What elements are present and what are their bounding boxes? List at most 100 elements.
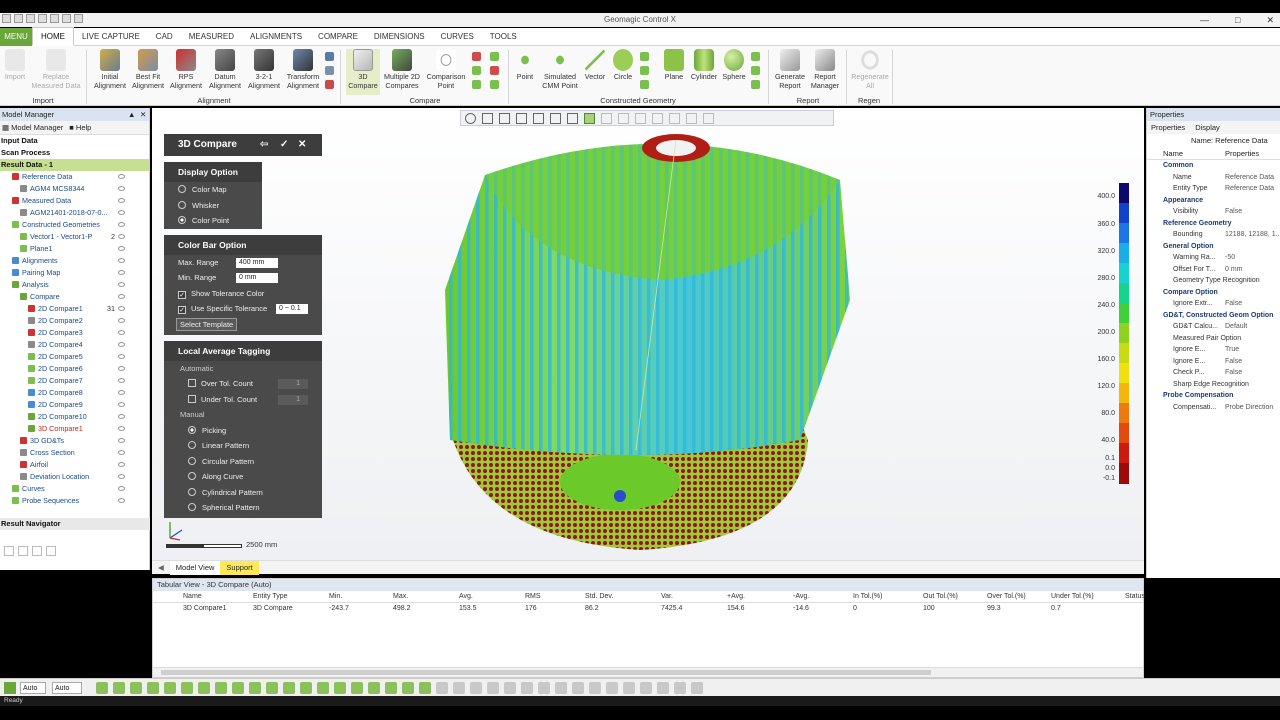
initial-alignment-button[interactable]: Initial Alignment bbox=[92, 49, 128, 90]
property-row[interactable]: Ignore Extr... False bbox=[1147, 298, 1280, 310]
tree-item[interactable]: Alignments bbox=[0, 255, 149, 267]
property-value[interactable]: Default bbox=[1225, 321, 1247, 333]
nav-icon[interactable] bbox=[18, 546, 28, 556]
rps-alignment-button[interactable]: RPS Alignment bbox=[168, 49, 204, 90]
cylinder-button[interactable]: Cylinder bbox=[688, 49, 720, 82]
tab-display[interactable]: Display bbox=[1195, 121, 1220, 134]
property-category[interactable]: Common bbox=[1147, 160, 1280, 172]
table-row[interactable]: 3D Compare1 3D Compare -243.7 498.2 153.5 176… bbox=[153, 603, 1143, 615]
along-curve-option[interactable]: Along Curve bbox=[164, 469, 322, 485]
vector-button[interactable]: Vector bbox=[582, 49, 608, 82]
compare-small-icon[interactable] bbox=[472, 80, 481, 89]
linear-pattern-option[interactable]: Linear Pattern bbox=[164, 438, 322, 454]
over-tol-count-input[interactable]: 1 bbox=[278, 379, 308, 389]
selection-tool-icon[interactable] bbox=[113, 682, 125, 694]
column-header[interactable]: Entity Type bbox=[253, 591, 288, 603]
visibility-eye-icon[interactable] bbox=[118, 222, 125, 227]
status-icon[interactable] bbox=[4, 682, 16, 694]
regenerate-all-button[interactable]: Regenerate All bbox=[848, 49, 892, 90]
selection-tool-icon[interactable] bbox=[266, 682, 278, 694]
max-range-input[interactable]: 400 mm bbox=[236, 257, 278, 268]
tab-live-capture[interactable]: LIVE CAPTURE bbox=[74, 28, 148, 46]
tree-item[interactable]: AGM4 MCS8344 bbox=[0, 183, 149, 195]
tree-item[interactable]: Curves bbox=[0, 483, 149, 495]
visibility-eye-icon[interactable] bbox=[118, 246, 125, 251]
property-row[interactable]: Name Reference Data bbox=[1147, 172, 1280, 184]
tab-properties[interactable]: Properties bbox=[1151, 121, 1185, 134]
column-header[interactable]: Over Tol.(%) bbox=[987, 591, 1026, 603]
min-range-input[interactable]: 0 mm bbox=[236, 273, 278, 283]
visibility-eye-icon[interactable] bbox=[118, 462, 125, 467]
visibility-eye-icon[interactable] bbox=[118, 330, 125, 335]
visibility-eye-icon[interactable] bbox=[118, 210, 125, 215]
selection-tool-icon[interactable] bbox=[130, 682, 142, 694]
property-category[interactable]: Probe Compensation bbox=[1147, 390, 1280, 402]
visibility-eye-icon[interactable] bbox=[118, 474, 125, 479]
property-value[interactable]: False bbox=[1225, 206, 1242, 218]
circle-button[interactable]: Circle bbox=[610, 49, 636, 82]
tree-item[interactable]: AGM21401-2018-07-0... bbox=[0, 207, 149, 219]
spherical-pattern-option[interactable]: Spherical Pattern bbox=[164, 500, 322, 516]
column-header[interactable]: Std. Dev. bbox=[585, 591, 613, 603]
open-icon[interactable] bbox=[14, 14, 23, 23]
selection-tool-icon[interactable] bbox=[436, 682, 448, 694]
selection-tool-icon[interactable] bbox=[640, 682, 652, 694]
maximize-icon[interactable]: □ bbox=[1235, 13, 1240, 27]
tab-menu[interactable]: MENU bbox=[0, 27, 32, 46]
property-row[interactable]: Check P... False bbox=[1147, 367, 1280, 379]
column-header[interactable]: Var. bbox=[661, 591, 673, 603]
point-button[interactable]: Point bbox=[512, 49, 538, 82]
color-map-model[interactable] bbox=[440, 120, 860, 560]
visibility-eye-icon[interactable] bbox=[118, 366, 125, 371]
property-value[interactable]: Reference Data bbox=[1225, 172, 1274, 184]
selection-tool-icon[interactable] bbox=[96, 682, 108, 694]
pin-icon[interactable]: ▲ bbox=[128, 108, 135, 121]
column-header[interactable]: Under Tol.(%) bbox=[1051, 591, 1094, 603]
compare-small-icon[interactable] bbox=[490, 66, 499, 75]
result-navigator-section[interactable]: Result Navigator bbox=[0, 518, 61, 530]
picking-option[interactable]: Picking bbox=[164, 423, 322, 439]
close-icon[interactable]: ✕ bbox=[1266, 13, 1274, 27]
property-value[interactable]: False bbox=[1225, 356, 1242, 368]
panel-back-icon[interactable]: ⇦ bbox=[260, 134, 268, 156]
filter-mode-dropdown[interactable]: Auto bbox=[52, 682, 82, 694]
tree-item[interactable]: 2D Compare7 bbox=[0, 375, 149, 387]
visibility-eye-icon[interactable] bbox=[118, 438, 125, 443]
selection-tool-icon[interactable] bbox=[674, 682, 686, 694]
best-fit-alignment-button[interactable]: Best Fit Alignment bbox=[130, 49, 166, 90]
horizontal-scrollbar[interactable] bbox=[153, 667, 1143, 677]
column-header[interactable]: Name bbox=[183, 591, 202, 603]
under-tol-count-input[interactable]: 1 bbox=[278, 394, 308, 405]
visibility-eye-icon[interactable] bbox=[118, 282, 125, 287]
geometry-small-icon[interactable] bbox=[751, 80, 760, 89]
selection-tool-icon[interactable] bbox=[589, 682, 601, 694]
property-row[interactable]: Warning Ra... -50 bbox=[1147, 252, 1280, 264]
visibility-eye-icon[interactable] bbox=[118, 402, 125, 407]
result-data-section[interactable]: Result Data - 1 bbox=[0, 159, 149, 171]
visibility-eye-icon[interactable] bbox=[118, 270, 125, 275]
tree-item[interactable]: 2D Compare6 bbox=[0, 363, 149, 375]
save-icon[interactable] bbox=[26, 14, 35, 23]
property-row[interactable]: Entity Type Reference Data bbox=[1147, 183, 1280, 195]
selection-tool-icon[interactable] bbox=[351, 682, 363, 694]
tree-item[interactable]: 2D Compare1 31 bbox=[0, 303, 149, 315]
tab-tools[interactable]: TOOLS bbox=[482, 28, 525, 46]
selection-tool-icon[interactable] bbox=[453, 682, 465, 694]
selection-tool-icon[interactable] bbox=[317, 682, 329, 694]
property-category[interactable]: Reference Geometry bbox=[1147, 218, 1280, 230]
selection-tool-icon[interactable] bbox=[300, 682, 312, 694]
visibility-eye-icon[interactable] bbox=[118, 390, 125, 395]
tree-item[interactable]: 2D Compare10 bbox=[0, 411, 149, 423]
property-value[interactable]: -50 bbox=[1225, 252, 1235, 264]
settings-icon[interactable] bbox=[74, 14, 83, 23]
property-value[interactable]: 0 mm bbox=[1225, 264, 1243, 276]
tab-model-view[interactable]: Model View bbox=[169, 560, 221, 575]
three-two-one-alignment-button[interactable]: 3-2-1 Alignment bbox=[244, 49, 284, 90]
close-icon[interactable]: ✕ bbox=[140, 108, 146, 121]
visibility-eye-icon[interactable] bbox=[118, 294, 125, 299]
color-map-option[interactable]: Color Map bbox=[164, 182, 262, 198]
selection-tool-icon[interactable] bbox=[606, 682, 618, 694]
property-category[interactable]: Compare Option bbox=[1147, 287, 1280, 299]
property-row[interactable]: Measured Pair Option bbox=[1147, 333, 1280, 345]
color-bar-option-header[interactable]: Color Bar Option bbox=[164, 234, 322, 255]
